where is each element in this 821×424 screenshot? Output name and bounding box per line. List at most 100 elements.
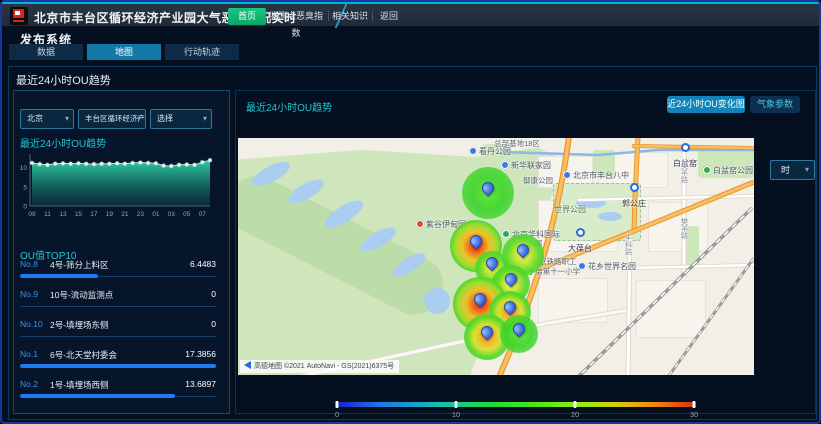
site-select[interactable]: 选择 ▾ [150, 109, 212, 129]
nav-item-back[interactable]: 返回 [374, 8, 404, 25]
autonavi-logo [244, 361, 251, 369]
app-logo [10, 7, 28, 25]
map-label: 世界公园 [554, 206, 586, 214]
progress-track [20, 394, 216, 398]
scale-tick [573, 401, 576, 408]
progress-track [20, 304, 216, 308]
metro-station-label: 大葆台 [568, 228, 592, 256]
rank-label: No.2 [20, 379, 38, 389]
scale-tick [693, 401, 696, 408]
map-label: 樊羊路 [681, 162, 688, 183]
nav-item-knowledge[interactable]: 相关知识 [330, 8, 370, 25]
scale-label: 20 [571, 410, 579, 419]
progress-fill [20, 364, 216, 368]
svg-text:23: 23 [137, 211, 145, 218]
poi-blue-poi-icon [469, 147, 477, 155]
svg-text:13: 13 [59, 211, 67, 218]
rank-label: No.8 [20, 259, 38, 269]
svg-text:01: 01 [152, 211, 160, 218]
site-name: 10号-流动监测点 [50, 289, 113, 301]
tab-track[interactable]: 行动轨迹 [165, 44, 239, 60]
chevron-down-icon: ▾ [137, 110, 141, 128]
park-select[interactable]: 丰台区循环经济产 ▾ [78, 109, 146, 129]
progress-fill [20, 394, 175, 398]
ranking-row[interactable]: No.9 10号-流动监测点 0 [20, 289, 216, 311]
svg-text:07: 07 [199, 211, 207, 218]
header: 北京市丰台区循环经济产业园大气恶臭状况实时 首页 监测点恶臭指数 相关知识 返回 [2, 2, 819, 26]
scale-tick [454, 401, 457, 408]
ranking-row[interactable]: No.10 2号-填埋场东侧 0 [20, 319, 216, 341]
progress-track [20, 334, 216, 338]
nav-separator [372, 11, 373, 21]
poi-blue-poi-icon [578, 262, 586, 270]
metro-icon [681, 143, 690, 152]
map-label: 丰科路 [625, 234, 632, 255]
ranking-row[interactable]: No.1 6号-北天堂村委会 17.3856 [20, 349, 216, 371]
app-window: 北京市丰台区循环经济产业园大气恶臭状况实时 首页 监测点恶臭指数 相关知识 返回… [0, 0, 821, 424]
scale-tick [336, 401, 339, 408]
ou-value: 0 [211, 289, 216, 299]
map-label: 看丹公园 [469, 147, 511, 156]
attribution-text: 高德地图 ©2021 AutoNavi - GS(2021)6375号 [254, 363, 394, 370]
site-name: 2号-填埋场东侧 [50, 319, 109, 331]
time-unit-value: 时 [781, 165, 790, 175]
progress-track [20, 274, 216, 278]
site-name: 1号-填埋场西侧 [50, 379, 109, 391]
map-section-title: 最近24小时OU趋势 [246, 99, 332, 114]
nav-separator [328, 11, 329, 21]
chevron-down-icon: ▾ [65, 110, 69, 128]
map-label: 白盆窑公园 [703, 166, 753, 175]
poi-green-poi-icon [703, 166, 711, 174]
ranking-row[interactable]: No.2 1号-填埋场西侧 13.6897 [20, 379, 216, 401]
poi-blue-poi-icon [501, 161, 509, 169]
chevron-down-icon: ▾ [805, 161, 809, 179]
nav-item-home[interactable]: 首页 [228, 8, 266, 25]
svg-text:21: 21 [121, 211, 129, 218]
svg-text:03: 03 [168, 211, 176, 218]
site-name: 4号-筛分上料区 [50, 259, 109, 271]
scale-label: 10 [452, 410, 460, 419]
ou-change-map-button[interactable]: 近24小时OU变化图 [667, 96, 745, 113]
map-canvas[interactable]: 总部基地18区看丹公园新华联家园御康公园北京市丰台八中郭公庄白盆窑白盆窑公园大葆… [238, 138, 754, 375]
progress-track [20, 364, 216, 368]
tab-data[interactable]: 数据 [9, 44, 83, 60]
svg-text:05: 05 [183, 211, 191, 218]
tab-map[interactable]: 地图 [87, 44, 161, 60]
city-select-value: 北京 [27, 114, 43, 123]
map-label: 御康公园 [523, 177, 553, 185]
poi-blue-poi-icon [563, 171, 571, 179]
svg-text:0: 0 [23, 204, 27, 211]
rank-label: No.9 [20, 289, 38, 299]
metro-icon [576, 228, 585, 237]
panel-title: 最近24小时OU趋势 [16, 72, 111, 88]
progress-fill [20, 274, 98, 278]
poi-red-poi-icon [416, 220, 424, 228]
svg-text:17: 17 [90, 211, 98, 218]
rank-label: No.1 [20, 349, 38, 359]
time-unit-select[interactable]: 时 ▾ [770, 160, 815, 180]
site-select-value: 选择 [157, 114, 173, 123]
map-label: 新华联家园 [501, 161, 551, 170]
site-name: 6号-北天堂村委会 [50, 349, 117, 361]
nav-item-station-index[interactable]: 监测点恶臭指数 [266, 8, 326, 25]
ou-color-scale [337, 402, 694, 407]
scale-label: 0 [335, 410, 339, 419]
svg-text:19: 19 [106, 211, 114, 218]
city-select[interactable]: 北京 ▾ [20, 109, 74, 129]
scale-label: 30 [690, 410, 698, 419]
metro-icon [630, 183, 639, 192]
map-label: 北京市丰台八中 [563, 171, 629, 180]
weather-params-button[interactable]: 气象参数 [750, 96, 800, 113]
metro-station-label: 郭公庄 [622, 183, 646, 211]
poi-cgreen-poi-icon [502, 230, 510, 238]
svg-text:09: 09 [28, 211, 36, 218]
ou-value: 13.6897 [185, 379, 216, 389]
ou-value: 6.4483 [190, 259, 216, 269]
ranking-row[interactable]: No.8 4号-筛分上料区 6.4483 [20, 259, 216, 281]
map-label: 樊羊路 [681, 218, 688, 239]
chevron-down-icon: ▾ [203, 110, 207, 128]
ou-value: 0 [211, 319, 216, 329]
svg-text:11: 11 [44, 211, 51, 218]
ou-trend-chart: 0510091113151719212301030507 [16, 148, 220, 238]
map-attribution: 高德地图 ©2021 AutoNavi - GS(2021)6375号 [240, 360, 399, 373]
